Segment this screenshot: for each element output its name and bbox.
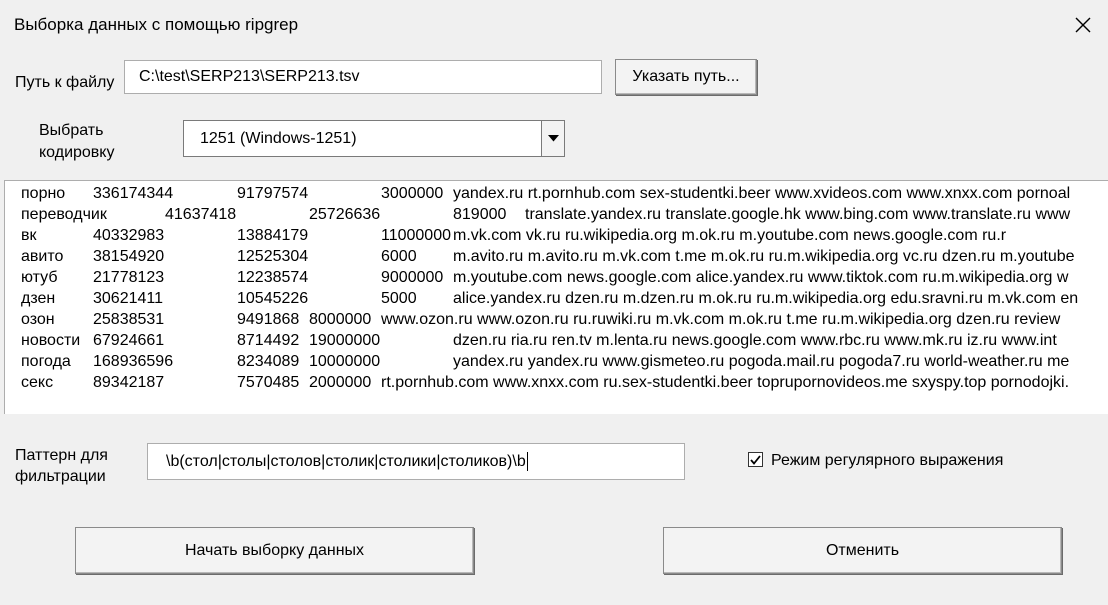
list-cell-c2: 7570485 (237, 374, 300, 391)
list-cell-query: авито (21, 248, 64, 265)
pattern-label-line2: фильтрации (15, 468, 106, 485)
start-selection-button-label: Начать выборку данных (184, 541, 365, 559)
list-cell-c3: 19000000 (309, 332, 381, 349)
window-title: Выборка данных с помощью ripgrep (14, 15, 299, 34)
list-item[interactable]: дзен 30621411 10545226 5000 alice.yandex.ru … (5, 288, 1108, 309)
list-cell-c2: 9491868 (237, 311, 300, 328)
list-cell-c3: 8000000 (309, 311, 372, 328)
list-item[interactable]: ютуб 21778123 12238574 9000000 m.youtube.com… (5, 267, 1108, 288)
encoding-select[interactable]: 1251 (Windows-1251) (183, 120, 565, 157)
list-cell-query: погода (21, 353, 71, 370)
list-cell-query: дзен (21, 290, 56, 307)
list-cell-sites: www.ozon.ru www.ozon.ru ru.ruwiki.ru m.v… (381, 311, 1061, 328)
list-cell-sites: dzen.ru ria.ru ren.tv m.lenta.ru news.go… (453, 332, 1057, 349)
list-cell-c2: 91797574 (237, 185, 309, 202)
list-cell-c2: 12238574 (237, 269, 309, 286)
list-cell-c1: 41637418 (165, 206, 237, 223)
title-bar: Выборка данных с помощью ripgrep (0, 0, 1108, 50)
list-cell-sites: translate.yandex.ru translate.google.hk … (525, 206, 1071, 223)
list-cell-c1: 67924661 (93, 332, 165, 349)
list-cell-query: ютуб (21, 269, 58, 286)
pattern-label-line1: Паттерн для (15, 447, 108, 464)
file-path-value: C:\test\SERP213\SERP213.tsv (139, 68, 360, 85)
list-cell-query: озон (21, 311, 55, 328)
list-cell-query: переводчик (21, 206, 107, 223)
list-cell-sites: m.vk.com vk.ru ru.wikipedia.org m.ok.ru … (453, 227, 1007, 244)
list-cell-c1: 21778123 (93, 269, 165, 286)
list-item[interactable]: переводчик 41637418 25726636 819000 translat… (5, 204, 1108, 225)
list-cell-query: новости (21, 332, 81, 349)
list-cell-c1: 336174344 (93, 185, 174, 202)
list-cell-c1: 89342187 (93, 374, 165, 391)
list-cell-query: секс (21, 374, 54, 391)
list-cell-c1: 38154920 (93, 248, 165, 265)
list-cell-c3: 5000 (381, 290, 417, 307)
list-cell-c2: 10545226 (237, 290, 309, 307)
list-cell-c3: 9000000 (381, 269, 444, 286)
file-path-input[interactable]: C:\test\SERP213\SERP213.tsv (124, 60, 602, 94)
list-cell-c3: 11000000 (381, 227, 451, 244)
list-cell-c2: 8234089 (237, 353, 300, 370)
encoding-label-line1: Выбрать (39, 122, 104, 139)
list-cell-query: вк (21, 227, 37, 244)
list-cell-c3: 6000 (381, 248, 417, 265)
close-icon (1075, 17, 1091, 33)
text-caret (526, 452, 528, 471)
list-cell-query: порно (21, 185, 66, 202)
regex-mode-checkbox[interactable] (748, 452, 763, 467)
list-cell-c1: 25838531 (93, 311, 165, 328)
encoding-selected-value: 1251 (Windows-1251) (200, 129, 357, 147)
list-cell-c3: 819000 (453, 206, 507, 223)
start-selection-button[interactable]: Начать выборку данных (75, 527, 474, 574)
browse-button[interactable]: Указать путь... (615, 59, 757, 95)
list-cell-sites: rt.pornhub.com www.xnxx.com ru.sex-stude… (381, 374, 1070, 391)
list-item[interactable]: секс 89342187 7570485 2000000 rt.pornhub.com… (5, 372, 1108, 393)
data-preview-list[interactable]: порно 336174344 91797574 3000000 yandex.ru r… (4, 180, 1108, 414)
list-cell-c2: 25726636 (309, 206, 381, 223)
list-cell-sites: m.avito.ru m.avito.ru m.vk.com t.me m.ok… (453, 248, 1075, 265)
list-cell-c2: 8714492 (237, 332, 300, 349)
list-item[interactable]: озон 25838531 9491868 8000000 www.ozon.ru ww… (5, 309, 1108, 330)
list-item[interactable]: вк 40332983 13884179 11000000 m.vk.com vk.ru… (5, 225, 1108, 246)
list-cell-c3: 2000000 (309, 374, 372, 391)
encoding-dropdown-button[interactable] (541, 121, 564, 156)
list-item[interactable]: порно 336174344 91797574 3000000 yandex.ru r… (5, 183, 1108, 204)
list-cell-sites: alice.yandex.ru dzen.ru m.dzen.ru m.ok.r… (453, 290, 1079, 307)
list-cell-c2: 13884179 (237, 227, 309, 244)
list-item[interactable]: новости 67924661 8714492 19000000 dzen.ru ri… (5, 330, 1108, 351)
list-cell-c1: 168936596 (93, 353, 174, 370)
list-cell-c1: 30621411 (93, 290, 163, 307)
close-button[interactable] (1058, 0, 1108, 50)
cancel-button-label: Отменить (825, 541, 900, 559)
list-cell-c2: 12525304 (237, 248, 309, 265)
cancel-button[interactable]: Отменить (663, 527, 1062, 574)
list-cell-c3: 10000000 (309, 353, 381, 370)
list-cell-sites: m.youtube.com news.google.com alice.yand… (453, 269, 1069, 286)
encoding-label-line2: кодировку (39, 144, 115, 161)
list-cell-sites: yandex.ru yandex.ru www.gismeteo.ru pogo… (453, 353, 1070, 370)
pattern-input[interactable]: \b(стол|столы|столов|столик|столики|стол… (147, 443, 685, 480)
list-cell-c1: 40332983 (93, 227, 165, 244)
checkmark-icon (750, 454, 761, 465)
list-item[interactable]: авито 38154920 12525304 6000 m.avito.ru m.av… (5, 246, 1108, 267)
list-item[interactable]: погода 168936596 8234089 10000000 yandex.ru … (5, 351, 1108, 372)
list-cell-sites: yandex.ru rt.pornhub.com sex-studentki.b… (453, 185, 1071, 202)
regex-mode-label[interactable]: Режим регулярного выражения (771, 451, 1003, 471)
file-path-label: Путь к файлу (15, 74, 115, 91)
browse-button-label: Указать путь... (632, 68, 740, 85)
chevron-down-icon (547, 135, 559, 142)
list-cell-c3: 3000000 (381, 185, 444, 202)
pattern-value: \b(стол|столы|столов|столик|столики|стол… (166, 452, 526, 470)
